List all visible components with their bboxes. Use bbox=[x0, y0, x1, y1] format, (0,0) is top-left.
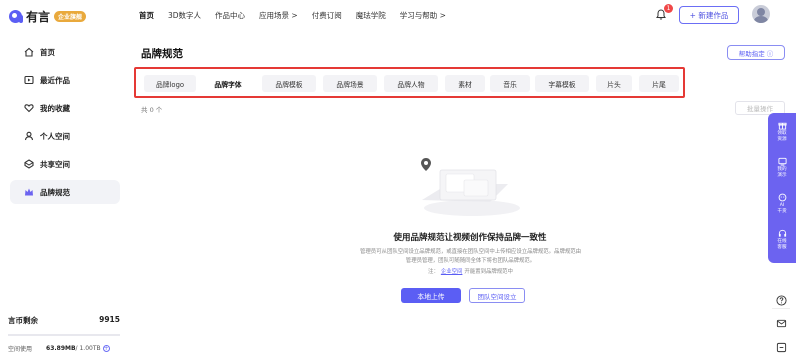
sidebar-item-brand[interactable]: 品牌规范 bbox=[10, 180, 120, 204]
tab-brand-template[interactable]: 品牌模板 bbox=[262, 75, 316, 92]
tab-music[interactable]: 音乐 bbox=[490, 75, 530, 92]
divider bbox=[772, 308, 790, 309]
user-icon bbox=[22, 129, 36, 143]
floating-service-panel: 领取 资源 我的 演示 AI 干货 在线 客服 bbox=[768, 113, 796, 263]
top-bar: 有言 企业旗舰 首页 3D数字人 作品中心 应用场景 > 付费订阅 魔珐学院 学… bbox=[0, 0, 800, 30]
empty-state-illustration bbox=[421, 158, 520, 216]
float-item-demo[interactable]: 我的 演示 bbox=[768, 157, 796, 178]
enterprise-space-link[interactable]: 企业空间 bbox=[441, 269, 463, 275]
empty-state-title: 使用品牌规范让视频创作保持品牌一致性 bbox=[393, 233, 547, 243]
storage-usage: 空间使用 63.89MB / 1.00TB + bbox=[8, 344, 120, 353]
note-suffix: 开能置到品牌规范中 bbox=[464, 269, 513, 275]
float-item-ai[interactable]: AI 干货 bbox=[768, 193, 796, 214]
empty-state-description: 管理员可从团队空间设立品牌规范，或直接在团队空间中上传相应设立品牌规范。品牌规范… bbox=[359, 249, 582, 264]
logo-text: 有言 bbox=[26, 10, 51, 24]
nav-item-3d-avatar[interactable]: 3D数字人 bbox=[168, 10, 201, 21]
nav-item-home[interactable]: 首页 bbox=[139, 10, 154, 21]
sidebar-item-label: 个人空间 bbox=[40, 131, 70, 141]
coins-value: 9915 bbox=[99, 315, 120, 324]
float-item-resources[interactable]: 领取 资源 bbox=[768, 121, 796, 142]
coins-progress bbox=[8, 334, 120, 336]
sidebar-item-personal-space[interactable]: 个人空间 bbox=[10, 124, 120, 148]
brand-tabs: 品牌logo 品牌字体 品牌模板 品牌场景 品牌人物 素材 音乐 字幕模板 片头… bbox=[134, 67, 685, 98]
local-upload-button[interactable]: 本地上传 bbox=[401, 288, 461, 303]
plan-badge: 企业旗舰 bbox=[54, 11, 87, 22]
sidebar-item-label: 品牌规范 bbox=[40, 187, 70, 197]
sidebar-item-label: 最近作品 bbox=[40, 75, 70, 85]
tab-brand-scene[interactable]: 品牌场景 bbox=[323, 75, 377, 92]
logo[interactable]: 有言 企业旗舰 bbox=[9, 8, 87, 25]
team-space-setup-button[interactable]: 团队空间设立 bbox=[469, 288, 525, 303]
logo-icon bbox=[9, 10, 23, 23]
brand-icon bbox=[22, 185, 36, 199]
mail-icon[interactable] bbox=[772, 314, 790, 332]
help-guide-button[interactable]: 帮助指定 ⓘ bbox=[727, 45, 785, 60]
tab-brand-logo[interactable]: 品牌logo bbox=[144, 75, 196, 92]
float-item-label: 我的 演示 bbox=[777, 167, 787, 178]
tab-subtitle-template[interactable]: 字幕模板 bbox=[535, 75, 589, 92]
notification-badge: 1 bbox=[664, 4, 673, 13]
heart-icon bbox=[22, 101, 36, 115]
sidebar-item-label: 我的收藏 bbox=[40, 103, 70, 113]
nav-item-works[interactable]: 作品中心 bbox=[215, 10, 245, 21]
sidebar-item-label: 首页 bbox=[40, 47, 55, 57]
tab-intro[interactable]: 片头 bbox=[596, 75, 632, 92]
help-icon[interactable] bbox=[772, 291, 790, 309]
float-item-support[interactable]: 在线 客服 bbox=[768, 229, 796, 250]
add-storage-icon[interactable]: + bbox=[102, 345, 110, 352]
float-item-label: AI 干货 bbox=[777, 203, 787, 214]
shared-icon bbox=[22, 157, 36, 171]
recent-icon bbox=[22, 73, 36, 87]
tab-brand-character[interactable]: 品牌人物 bbox=[384, 75, 438, 92]
tab-brand-font[interactable]: 品牌字体 bbox=[202, 75, 254, 92]
avatar[interactable] bbox=[752, 5, 770, 23]
page-title: 品牌规范 bbox=[141, 48, 183, 60]
coins-balance: 言币剩余 9915 bbox=[8, 315, 120, 326]
note-prefix: 注： bbox=[428, 269, 439, 275]
main-nav: 首页 3D数字人 作品中心 应用场景 > 付费订阅 魔珐学院 学习与帮助 > bbox=[139, 10, 460, 21]
home-icon bbox=[22, 45, 36, 59]
tab-material[interactable]: 素材 bbox=[445, 75, 485, 92]
nav-item-academy[interactable]: 魔珐学院 bbox=[356, 10, 386, 21]
headset-icon bbox=[778, 229, 786, 237]
storage-total: / 1.00TB bbox=[75, 345, 101, 352]
sidebar-item-label: 共享空间 bbox=[40, 159, 70, 169]
storage-label: 空间使用 bbox=[8, 346, 33, 353]
float-item-label: 领取 资源 bbox=[777, 131, 787, 142]
gift-icon bbox=[777, 122, 787, 130]
nav-item-scenarios[interactable]: 应用场景 > bbox=[259, 10, 298, 21]
sidebar-item-favorites[interactable]: 我的收藏 bbox=[10, 96, 120, 120]
new-work-button[interactable]: + 新建作品 bbox=[679, 6, 739, 24]
storage-used: 63.89MB bbox=[46, 345, 76, 352]
tab-outro[interactable]: 片尾 bbox=[639, 75, 679, 92]
item-count: 共 0 个 bbox=[141, 106, 163, 114]
float-item-label: 在线 客服 bbox=[777, 239, 787, 250]
empty-state-note: 注： 企业空间 开能置到品牌规范中 bbox=[358, 267, 583, 275]
nav-item-help[interactable]: 学习与帮助 > bbox=[400, 10, 446, 21]
collapse-icon[interactable] bbox=[772, 338, 790, 356]
ai-icon bbox=[778, 193, 786, 202]
demo-icon bbox=[777, 157, 787, 166]
sidebar-item-recent[interactable]: 最近作品 bbox=[10, 68, 120, 92]
sidebar: 首页 最近作品 我的收藏 个人空间 共享空间 品牌规范 言币剩余 9915 空间… bbox=[0, 30, 125, 363]
coins-label: 言币剩余 bbox=[8, 316, 38, 325]
sidebar-item-shared-space[interactable]: 共享空间 bbox=[10, 152, 120, 176]
nav-item-subscription[interactable]: 付费订阅 bbox=[312, 10, 342, 21]
sidebar-item-home[interactable]: 首页 bbox=[10, 40, 120, 64]
